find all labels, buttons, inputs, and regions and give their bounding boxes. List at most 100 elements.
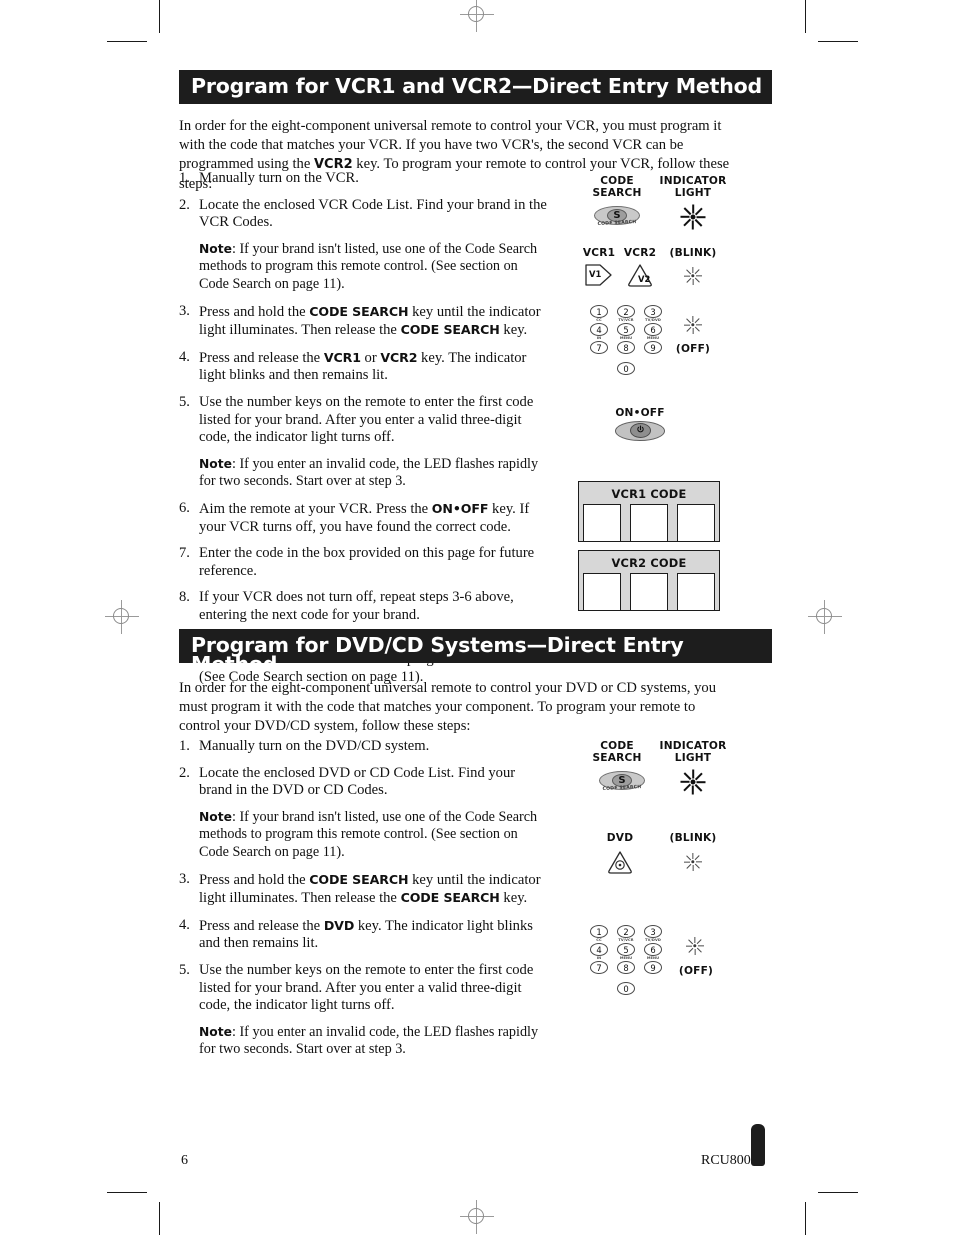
code-digit-cell[interactable] bbox=[583, 504, 622, 542]
number-key-digit: 8 bbox=[623, 962, 629, 973]
list-marker: 3. bbox=[179, 870, 190, 887]
number-key[interactable]: 3 TV/DVD bbox=[644, 925, 662, 942]
number-key[interactable]: 6 MENU bbox=[644, 323, 662, 340]
crop-mark-top-left-horizontal bbox=[107, 41, 147, 43]
list-item: 8. If your VCR does not turn off, repeat… bbox=[179, 589, 551, 624]
number-key[interactable]: 9 bbox=[644, 341, 662, 356]
list-marker: 2. bbox=[179, 196, 190, 213]
off-label: (OFF) bbox=[678, 965, 714, 977]
registration-mark-bottom bbox=[460, 1200, 494, 1234]
number-key[interactable]: 8 bbox=[617, 961, 635, 976]
number-key[interactable]: 0 bbox=[617, 982, 635, 997]
vcr1-key-text: V1 bbox=[589, 269, 602, 279]
number-key-sublabel: TV/DVD bbox=[645, 317, 661, 322]
on-off-button-icon[interactable] bbox=[615, 421, 665, 443]
code-search-button-sublabel: CODE SEARCH bbox=[597, 219, 637, 228]
code-search-button-icon[interactable]: S CODE SEARCH bbox=[599, 771, 645, 793]
indicator-light-label-line2: LIGHT bbox=[674, 187, 712, 199]
number-key-digit: 6 bbox=[650, 944, 656, 955]
vcr-diagram: CODE SEARCH INDICATOR LIGHT S CODE SEARC… bbox=[575, 175, 775, 455]
code-search-label-line1: CODE bbox=[600, 740, 634, 752]
number-key-digit: 7 bbox=[596, 962, 602, 973]
number-key[interactable]: 1 CC bbox=[590, 925, 608, 942]
number-key[interactable]: 4 IN bbox=[590, 323, 608, 340]
vcr2-code-box[interactable]: VCR2 CODE bbox=[578, 550, 720, 611]
vcr1-code-box-title: VCR1 CODE bbox=[611, 487, 687, 501]
list-item-text: Press and hold the bbox=[199, 303, 310, 320]
number-key-digit: 3 bbox=[650, 306, 656, 317]
number-key[interactable]: 3 TV/DVD bbox=[644, 305, 662, 322]
code-search-button-icon[interactable]: S CODE SEARCH bbox=[594, 206, 640, 228]
number-key[interactable]: 5 MENU bbox=[617, 323, 635, 340]
crop-mark-bottom-left-horizontal bbox=[107, 1192, 147, 1194]
list-item: 4. Press and release the VCR1 or VCR2 ke… bbox=[179, 349, 551, 385]
list-marker: 3. bbox=[179, 302, 190, 319]
blink-label: (BLINK) bbox=[669, 247, 717, 259]
list-item-text: Use the number keys on the remote to ent… bbox=[199, 961, 534, 1014]
number-key-digit: 5 bbox=[623, 324, 629, 335]
number-key[interactable]: 5 MENU bbox=[617, 943, 635, 960]
number-key[interactable]: 6 MENU bbox=[644, 943, 662, 960]
on-off-label: ON•OFF bbox=[615, 407, 665, 419]
indicator-light-off-icon bbox=[683, 315, 703, 335]
number-key-digit: 9 bbox=[650, 342, 656, 353]
number-key-digit: 3 bbox=[650, 926, 656, 937]
list-marker: 1. bbox=[179, 738, 190, 754]
vcr2-label: VCR2 bbox=[623, 247, 657, 259]
list-item-text: Press and release the bbox=[199, 349, 324, 366]
number-key[interactable]: 8 bbox=[617, 341, 635, 356]
number-key-digit: 4 bbox=[596, 324, 602, 335]
number-key-sublabel: CC bbox=[596, 317, 602, 322]
number-key-digit: 2 bbox=[623, 926, 629, 937]
note-text: : If your brand isn't listed, use one of… bbox=[199, 240, 538, 292]
list-item: 2. Locate the enclosed VCR Code List. Fi… bbox=[179, 197, 551, 232]
list-item-text: key. bbox=[499, 890, 528, 907]
note-text: : If your brand isn't listed, use one of… bbox=[199, 808, 538, 860]
number-key[interactable]: 0 bbox=[617, 362, 635, 377]
list-marker: 1. bbox=[179, 170, 190, 186]
blink-label: (BLINK) bbox=[669, 832, 717, 844]
section2-steps: 1. Manually turn on the DVD/CD system. 2… bbox=[179, 738, 551, 1068]
section-heading-vcr: Program for VCR1 and VCR2—Direct Entry M… bbox=[179, 70, 772, 104]
code-digit-cell[interactable] bbox=[629, 573, 668, 611]
vcr1-key-icon[interactable]: V1 bbox=[584, 263, 614, 287]
list-item-text: Aim the remote at your VCR. Press the bbox=[199, 500, 432, 517]
number-keypad[interactable]: 1 CC 2 TV/VCR 3 TV/DVD 4 IN 5 MENU 6 MENU 7 8 bbox=[585, 305, 670, 385]
number-key[interactable]: 9 bbox=[644, 961, 662, 976]
number-key[interactable]: 2 TV/VCR bbox=[617, 925, 635, 942]
code-search-label-line2: SEARCH bbox=[592, 187, 642, 199]
dvd-key-icon[interactable] bbox=[607, 850, 633, 875]
number-key-digit: 5 bbox=[623, 944, 629, 955]
number-key-digit: 0 bbox=[623, 983, 629, 994]
indicator-light-blink-icon bbox=[683, 266, 703, 286]
list-item: 2. Locate the enclosed DVD or CD Code Li… bbox=[179, 765, 551, 800]
number-key[interactable]: 7 bbox=[590, 341, 608, 356]
number-key-digit: 1 bbox=[596, 306, 602, 317]
number-key[interactable]: 4 IN bbox=[590, 943, 608, 960]
indicator-light-blink-icon bbox=[683, 852, 703, 872]
number-key[interactable]: 2 TV/VCR bbox=[617, 305, 635, 322]
number-key[interactable]: 1 CC bbox=[590, 305, 608, 322]
list-item: 1. Manually turn on the VCR. bbox=[179, 170, 551, 188]
code-digit-cell[interactable] bbox=[583, 573, 622, 611]
section1-steps: 1. Manually turn on the VCR. 2. Locate t… bbox=[179, 170, 551, 695]
key-name-code-search: CODE SEARCH bbox=[400, 890, 500, 906]
number-key[interactable]: 7 bbox=[590, 961, 608, 976]
key-name-dvd: DVD bbox=[323, 917, 355, 933]
note-label: Note bbox=[199, 1024, 232, 1039]
code-digit-cell[interactable] bbox=[629, 504, 668, 542]
vcr1-code-box[interactable]: VCR1 CODE bbox=[578, 481, 720, 542]
code-digit-cell[interactable] bbox=[676, 504, 715, 542]
vcr2-key-icon[interactable]: V2 bbox=[627, 263, 653, 288]
number-key-sublabel: IN bbox=[596, 335, 602, 340]
number-key-sublabel: IN bbox=[596, 955, 602, 960]
off-label: (OFF) bbox=[675, 343, 711, 355]
dvd-diagram: CODE SEARCH INDICATOR LIGHT S CODE SEARC… bbox=[575, 740, 775, 1010]
code-digit-cell[interactable] bbox=[676, 573, 715, 611]
number-key-digit: 1 bbox=[596, 926, 602, 937]
number-key-sublabel: MENU bbox=[646, 955, 660, 960]
note-block: Note: If you enter an invalid code, the … bbox=[179, 1024, 551, 1059]
note-text: : If you enter an invalid code, the LED … bbox=[199, 455, 539, 490]
list-item-text: Locate the enclosed DVD or CD Code List.… bbox=[199, 764, 516, 799]
number-keypad[interactable]: 1 CC 2 TV/VCR 3 TV/DVD 4 IN 5 MENU 6 MENU 7 8 bbox=[585, 925, 670, 1005]
